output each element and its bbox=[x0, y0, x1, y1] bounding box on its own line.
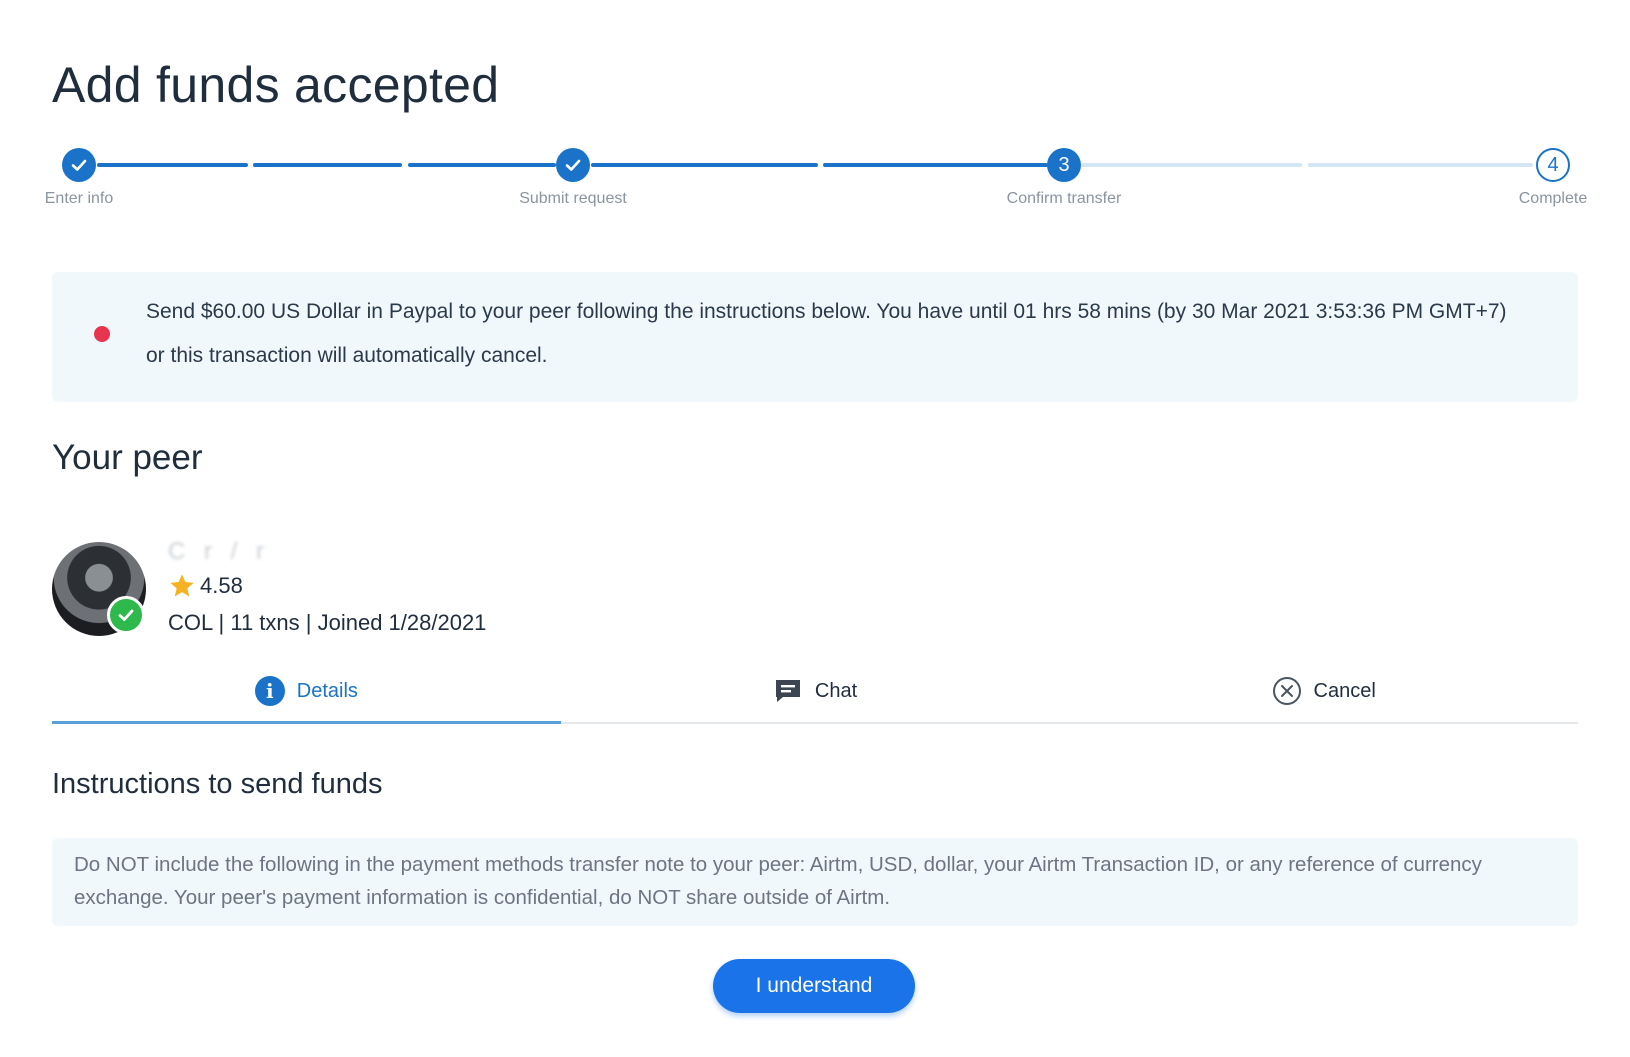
alert-dot-icon bbox=[94, 326, 110, 342]
step-label-enter-info: Enter info bbox=[44, 190, 114, 207]
verified-check-icon bbox=[107, 596, 145, 634]
step-label-submit-request: Submit request bbox=[519, 190, 627, 207]
step-label-complete: Complete bbox=[1518, 190, 1588, 207]
rating-value: 4.58 bbox=[200, 573, 243, 598]
step-enter-info-check-icon bbox=[62, 148, 96, 182]
i-understand-button[interactable]: I understand bbox=[713, 959, 915, 1013]
step-label-confirm-transfer: Confirm transfer bbox=[1006, 190, 1122, 207]
peer-name-redacted: C r / r bbox=[168, 538, 270, 565]
tab-details-label: Details bbox=[296, 679, 358, 702]
stepper-segment bbox=[1308, 163, 1533, 167]
instructions-text: Do NOT include the following in the paym… bbox=[74, 853, 1482, 909]
progress-stepper: Enter info Submit request 3 Confirm tran… bbox=[0, 140, 1630, 220]
tab-cancel-label: Cancel bbox=[1313, 679, 1376, 702]
step-number-3: 3 bbox=[1047, 148, 1081, 182]
instructions-title: Instructions to send funds bbox=[52, 768, 383, 800]
step-number-4: 4 bbox=[1536, 148, 1570, 182]
peer-section-title: Your peer bbox=[52, 438, 203, 477]
peer-meta: COL | 11 txns | Joined 1/28/2021 bbox=[168, 610, 487, 635]
step-submit-request-check-icon bbox=[556, 148, 590, 182]
transfer-alert: Send $60.00 US Dollar in Paypal to your … bbox=[52, 272, 1578, 402]
tab-chat[interactable]: Chat bbox=[561, 660, 1070, 722]
stepper-segment bbox=[591, 163, 818, 167]
info-icon: i bbox=[254, 676, 285, 706]
page-title: Add funds accepted bbox=[52, 57, 500, 113]
stepper-segment bbox=[823, 163, 1048, 167]
cancel-circle-icon bbox=[1272, 676, 1302, 706]
chat-icon bbox=[773, 676, 803, 706]
instructions-box: Do NOT include the following in the paym… bbox=[52, 838, 1578, 926]
stepper-segment bbox=[1081, 163, 1302, 167]
tab-details[interactable]: i Details bbox=[52, 660, 561, 724]
tab-chat-label: Chat bbox=[814, 679, 858, 702]
star-icon bbox=[170, 574, 194, 597]
tab-cancel[interactable]: Cancel bbox=[1069, 660, 1578, 722]
alert-text: Send $60.00 US Dollar in Paypal to your … bbox=[146, 300, 1507, 367]
stepper-segment bbox=[97, 163, 248, 167]
peer-rating: 4.58 bbox=[168, 572, 243, 600]
stepper-segment bbox=[253, 163, 402, 167]
peer-tabs: i Details Chat Cancel bbox=[52, 660, 1578, 724]
stepper-segment bbox=[408, 163, 556, 167]
